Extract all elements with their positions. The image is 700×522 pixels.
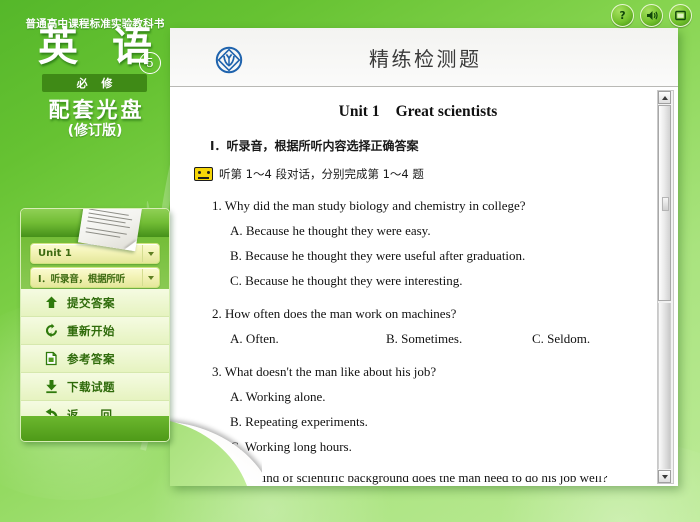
sidebar-item-submit-answers[interactable]: 提交答案: [21, 289, 169, 317]
sidebar-selectors: Unit 1 Ⅰ．听录音，根据所听: [21, 237, 169, 295]
chevron-down-icon: [142, 269, 159, 286]
caret-up-icon: [661, 95, 668, 100]
scroll-track-lower[interactable]: [658, 303, 671, 469]
unit-title-left: Unit 1: [338, 103, 380, 120]
question-option[interactable]: A. Because he thought they were easy.: [230, 223, 642, 239]
cassette-tape-icon: [194, 167, 213, 181]
book-masthead: 普通高中课程标准实验教科书 英 语 5 必 修 配套光盘 (修订版): [0, 0, 190, 150]
sidebar-action-list: 提交答案 重新开始 参考答案 下载试题 返 回: [21, 289, 169, 428]
sidebar-item-restart[interactable]: 重新开始: [21, 317, 169, 345]
worksheet-body: Unit 1 Great scientists Ⅰ．听录音，根据所听内容选择正确答…: [170, 87, 678, 486]
masthead-title: 英 语: [38, 23, 162, 70]
document-icon: [43, 351, 59, 367]
chevron-down-icon: [142, 245, 159, 262]
speaker-icon: [646, 11, 658, 20]
question-option[interactable]: C. Working long hours.: [230, 439, 642, 455]
question-mark-icon: ?: [619, 10, 625, 22]
window-button[interactable]: [669, 4, 692, 27]
question-option[interactable]: A. Often.: [230, 331, 386, 347]
section-select[interactable]: Ⅰ．听录音，根据所听: [30, 267, 160, 288]
section-heading: Ⅰ．听录音，根据所听内容选择正确答案: [210, 139, 419, 153]
application-window: ? 普通高中课程标准实验教科书 英 语 5 必 修 配套光盘 (修订版) Uni…: [0, 0, 700, 522]
caret-down-icon: [661, 474, 668, 479]
sidebar-item-download-questions[interactable]: 下载试题: [21, 373, 169, 401]
download-icon: [43, 379, 59, 395]
question-text: 3. What doesn't the man like about his j…: [212, 364, 437, 379]
scroll-thumb[interactable]: [658, 105, 671, 301]
question-text: 2. How often does the man work on machin…: [212, 306, 457, 321]
up-arrow-icon: [43, 295, 59, 311]
svg-text:?: ?: [619, 10, 625, 22]
question-option[interactable]: B. Repeating experiments.: [230, 414, 642, 430]
scroll-up-button[interactable]: [658, 91, 671, 104]
listen-instruction: 听第 1～4 段对话，分别完成第 1～4 题: [219, 167, 424, 181]
question-option[interactable]: A. Working alone.: [230, 389, 642, 405]
question-text: 1. Why did the man study biology and che…: [212, 198, 526, 213]
question-option[interactable]: C. Seldom.: [532, 331, 590, 347]
sound-button[interactable]: [640, 4, 663, 27]
window-controls: ?: [611, 4, 692, 27]
window-icon: [675, 10, 686, 21]
question-option[interactable]: B. Because he thought they were useful a…: [230, 248, 642, 264]
masthead-revision: (修订版): [67, 123, 123, 139]
question-option[interactable]: B. Sometimes.: [386, 331, 532, 347]
masthead-volume: 5: [139, 52, 161, 74]
content-scrollbar[interactable]: [657, 90, 674, 484]
clipped-question-text: 4. What kind of scientific background do…: [212, 476, 608, 485]
content-panel: 精练检测题 Unit 1 Great scientists Ⅰ．听录音，根据所听内…: [170, 28, 678, 486]
sidebar-menu-panel: Unit 1 Ⅰ．听录音，根据所听 提交答案 重新开始 参考答案 下载试题 返 …: [20, 208, 170, 442]
masthead-required-badge: 必 修: [42, 74, 147, 92]
unit-title-right: Great scientists: [395, 103, 498, 120]
help-button[interactable]: ?: [611, 4, 634, 27]
unit-title: Unit 1 Great scientists: [194, 103, 642, 121]
question-options-row: A. Often. B. Sometimes. C. Seldom.: [230, 331, 642, 347]
clipped-question: 4. What kind of scientific background do…: [212, 476, 612, 486]
scroll-down-button[interactable]: [658, 470, 671, 483]
unit-select[interactable]: Unit 1: [30, 243, 160, 264]
section-select-value: Ⅰ．听录音，根据所听: [38, 273, 126, 285]
sidebar-item-reference-answers[interactable]: 参考答案: [21, 345, 169, 373]
refresh-icon: [43, 323, 59, 339]
listen-instruction-row: 听第 1～4 段对话，分别完成第 1～4 题: [194, 166, 642, 182]
page-title: 精练检测题: [369, 46, 482, 71]
content-header: 精练检测题: [170, 28, 678, 87]
question-option[interactable]: C. Because he thought they were interest…: [230, 273, 642, 289]
menu-panel-footer: [21, 416, 169, 441]
